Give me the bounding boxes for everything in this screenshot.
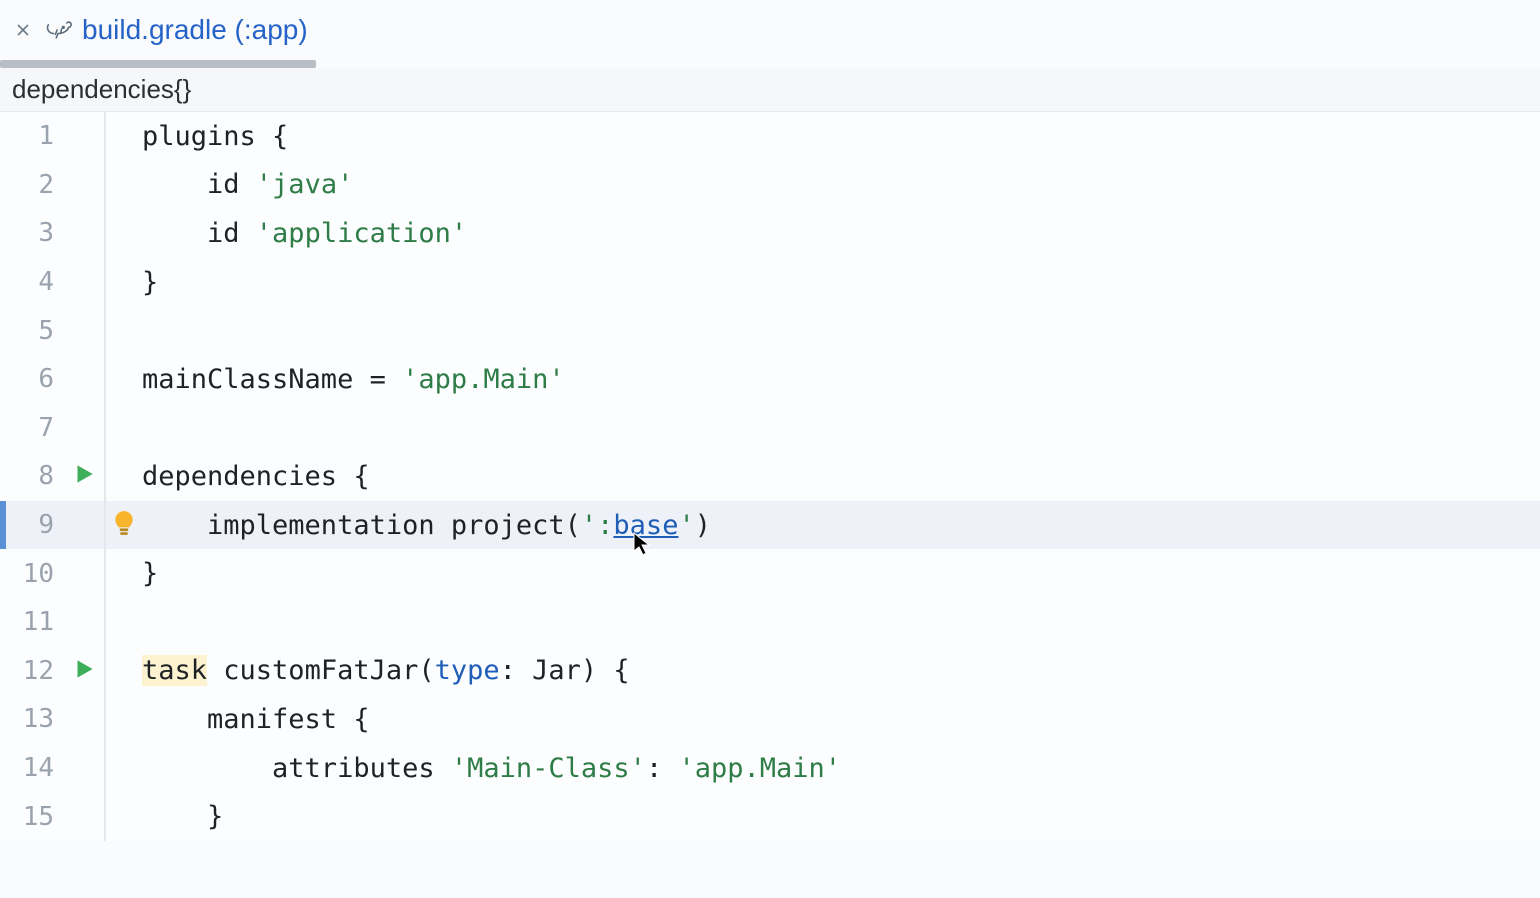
code-line[interactable]: 2 id 'java': [0, 161, 1540, 210]
code-line[interactable]: 8 dependencies {: [0, 452, 1540, 501]
code-text[interactable]: implementation project(':base'): [142, 510, 711, 541]
code-text[interactable]: }: [142, 801, 223, 832]
close-icon[interactable]: [12, 19, 34, 41]
gutter-divider: [104, 306, 106, 355]
code-line[interactable]: 7: [0, 404, 1540, 453]
code-text[interactable]: id 'application': [142, 218, 467, 249]
code-line[interactable]: 12 task customFatJar(type: Jar) {: [0, 647, 1540, 696]
code-text[interactable]: manifest {: [142, 704, 370, 735]
code-cell[interactable]: mainClassName = 'app.Main': [142, 355, 1540, 404]
code-text[interactable]: attributes 'Main-Class': 'app.Main': [142, 753, 841, 784]
code-editor[interactable]: 1plugins {2 id 'java'3 id 'application'4…: [0, 112, 1540, 841]
gutter-divider: [104, 404, 106, 453]
gutter-divider: [104, 647, 106, 696]
code-line[interactable]: 3 id 'application': [0, 209, 1540, 258]
line-number[interactable]: 12: [0, 656, 64, 686]
code-cell[interactable]: task customFatJar(type: Jar) {: [142, 647, 1540, 696]
gutter-run-column[interactable]: [64, 656, 104, 686]
code-text[interactable]: mainClassName = 'app.Main': [142, 364, 565, 395]
code-line[interactable]: 6 mainClassName = 'app.Main': [0, 355, 1540, 404]
gutter-divider: [104, 355, 106, 404]
code-cell[interactable]: [142, 598, 1540, 647]
horizontal-scrollbar[interactable]: [0, 60, 1540, 68]
code-cell[interactable]: [142, 404, 1540, 453]
editor-tab[interactable]: build.gradle (:app): [12, 14, 308, 46]
code-text[interactable]: dependencies {: [142, 461, 370, 492]
line-number[interactable]: 3: [0, 218, 64, 248]
line-number[interactable]: 5: [0, 316, 64, 346]
code-cell[interactable]: plugins {: [142, 112, 1540, 161]
code-text[interactable]: id 'java': [142, 169, 353, 200]
line-number[interactable]: 2: [0, 170, 64, 200]
code-line[interactable]: 10}: [0, 549, 1540, 598]
code-cell[interactable]: id 'application': [142, 209, 1540, 258]
code-line[interactable]: 15 }: [0, 792, 1540, 841]
gutter-divider: [104, 452, 106, 501]
code-cell[interactable]: manifest {: [142, 695, 1540, 744]
tab-bar: build.gradle (:app): [0, 0, 1540, 60]
code-text[interactable]: task customFatJar(type: Jar) {: [142, 655, 630, 686]
code-line[interactable]: 5: [0, 306, 1540, 355]
gradle-elephant-icon: [44, 16, 72, 44]
code-cell[interactable]: [142, 306, 1540, 355]
code-line[interactable]: 1 plugins {: [0, 112, 1540, 161]
breadcrumb[interactable]: dependencies{}: [0, 68, 1540, 112]
gutter-divider: [104, 209, 106, 258]
mouse-cursor-icon: [632, 531, 652, 557]
code-cell[interactable]: id 'java': [142, 161, 1540, 210]
code-cell[interactable]: implementation project(':base'): [142, 501, 1540, 550]
code-text[interactable]: }: [142, 558, 158, 589]
code-cell[interactable]: }: [142, 792, 1540, 841]
line-number[interactable]: 8: [0, 461, 64, 491]
code-text[interactable]: plugins {: [142, 121, 288, 152]
code-cell[interactable]: }: [142, 549, 1540, 598]
code-line[interactable]: 13 manifest {: [0, 695, 1540, 744]
code-cell[interactable]: attributes 'Main-Class': 'app.Main': [142, 744, 1540, 793]
active-line-marker: [0, 501, 6, 550]
line-number[interactable]: 14: [0, 753, 64, 783]
gutter-divider: [104, 161, 106, 210]
code-line[interactable]: 4}: [0, 258, 1540, 307]
code-cell[interactable]: dependencies {: [142, 452, 1540, 501]
line-number[interactable]: 10: [0, 559, 64, 589]
gutter-divider: [104, 744, 106, 793]
line-number[interactable]: 4: [0, 267, 64, 297]
code-line[interactable]: 14 attributes 'Main-Class': 'app.Main': [0, 744, 1540, 793]
line-number[interactable]: 13: [0, 704, 64, 734]
code-line[interactable]: 9 implementation project(':base'): [0, 501, 1540, 550]
code-cell[interactable]: }: [142, 258, 1540, 307]
horizontal-scrollbar-thumb[interactable]: [0, 60, 316, 68]
gutter-divider: [104, 792, 106, 841]
line-number[interactable]: 1: [0, 121, 64, 151]
intention-bulb-icon[interactable]: [113, 510, 135, 540]
code-text[interactable]: }: [142, 267, 158, 298]
gutter-divider: [104, 258, 106, 307]
tab-label: build.gradle (:app): [82, 14, 308, 46]
gutter-divider: [104, 598, 106, 647]
code-line[interactable]: 11: [0, 598, 1540, 647]
breadcrumb-text: dependencies{}: [12, 74, 191, 105]
gutter-divider: [104, 695, 106, 744]
line-number[interactable]: 15: [0, 802, 64, 832]
gutter-divider: [104, 112, 106, 161]
line-number[interactable]: 11: [0, 607, 64, 637]
gutter-divider: [104, 549, 106, 598]
run-gutter-icon[interactable]: [71, 656, 97, 686]
line-number[interactable]: 6: [0, 364, 64, 394]
run-gutter-icon[interactable]: [71, 461, 97, 491]
line-number[interactable]: 7: [0, 413, 64, 443]
line-number[interactable]: 9: [0, 510, 64, 540]
intention-bulb-column[interactable]: [106, 510, 142, 540]
gutter-run-column[interactable]: [64, 461, 104, 491]
